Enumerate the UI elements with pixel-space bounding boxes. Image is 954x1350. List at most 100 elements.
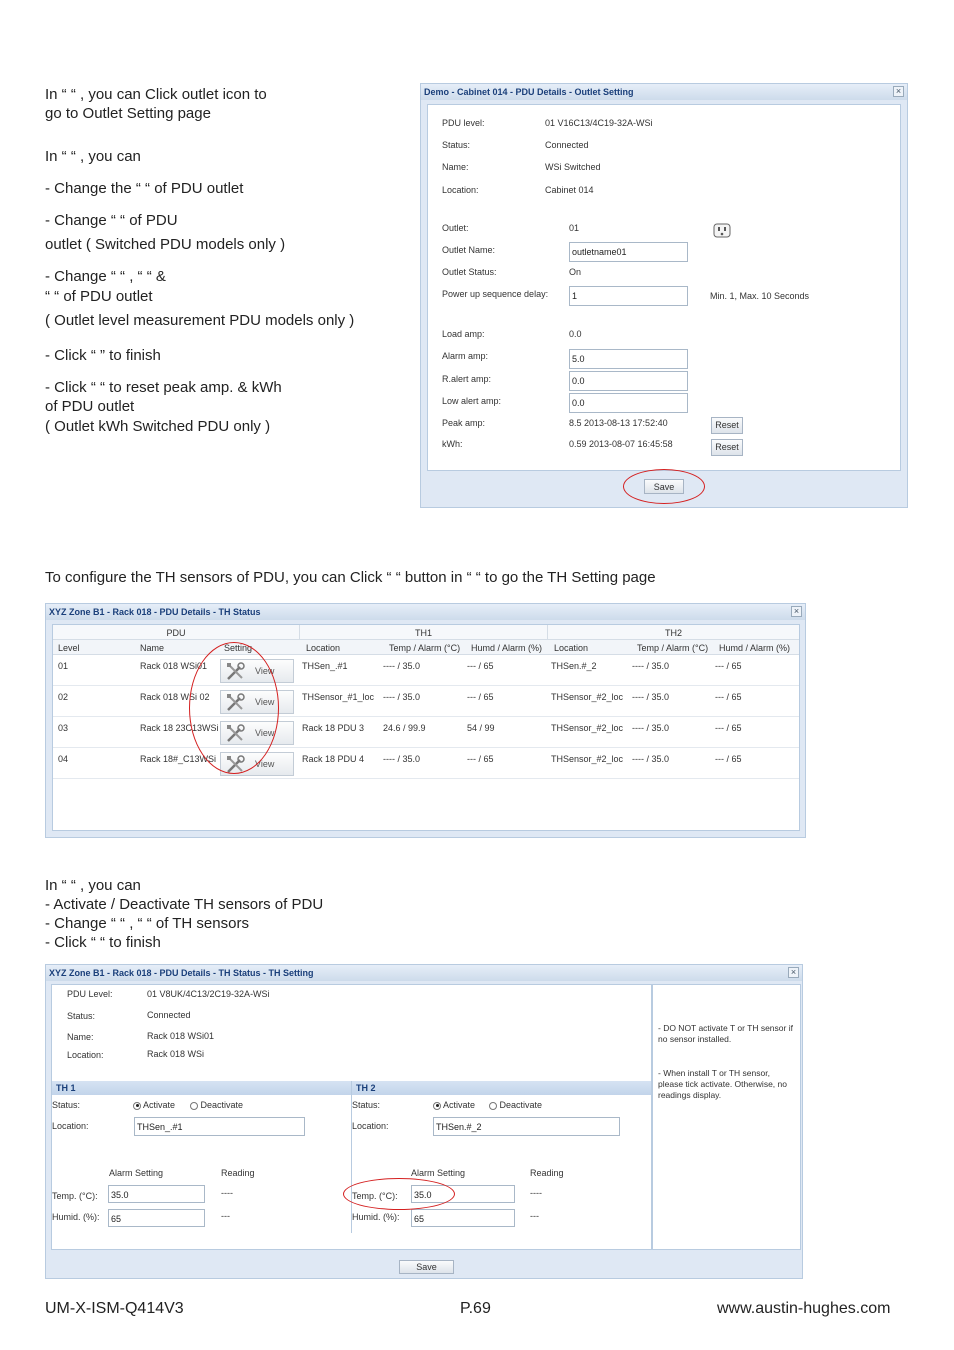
row-th2-temp: ---- / 35.0: [632, 692, 670, 702]
row-level: 04: [58, 754, 69, 764]
low-alert-input[interactable]: 0.0: [569, 393, 688, 413]
th2-deactivate-radio[interactable]: Deactivate: [489, 1100, 542, 1110]
th1-reading-label: Reading: [221, 1168, 255, 1178]
row-th1-humid: 54 / 99: [467, 723, 495, 733]
footer-page-number: P.69: [460, 1300, 491, 1317]
s3-line: - Activate / Deactivate TH sensors of PD…: [45, 896, 324, 913]
power-delay-input[interactable]: 1: [569, 286, 688, 306]
th1-status-label: Status:: [52, 1100, 81, 1110]
row-th1-temp: ---- / 35.0: [383, 754, 421, 764]
info-value: Connected: [147, 1010, 191, 1020]
th-status-window-title: XYZ Zone B1 - Rack 018 - PDU Details - T…: [46, 604, 805, 620]
info-label: Status:: [67, 1011, 96, 1021]
th1-temp-input[interactable]: 35.0: [108, 1185, 205, 1203]
info-value: 01 V16C13/4C19-32A-WSi: [545, 118, 653, 128]
outlet-status-label: Outlet Status:: [442, 267, 497, 277]
th-status-window: XYZ Zone B1 - Rack 018 - PDU Details - T…: [45, 603, 806, 838]
outlet-name-label: Outlet Name:: [442, 245, 496, 255]
s3-line: - Click “ “ to finish: [45, 934, 161, 951]
th-setting-notes-panel: - DO NOT activate T or TH sensor if no s…: [652, 984, 801, 1250]
th2-humid-input[interactable]: 65: [411, 1209, 515, 1227]
info-label: PDU level:: [442, 118, 485, 128]
row-th1-location: THSensor_#1_loc: [302, 692, 375, 702]
th2-activate-radio[interactable]: Activate: [433, 1100, 475, 1110]
th1-location-label: Location:: [52, 1121, 89, 1131]
th2-temp-reading: ----: [530, 1188, 542, 1198]
save-button[interactable]: Save: [399, 1260, 454, 1274]
peak-amp-value: 8.5 2013-08-13 17:52:40: [569, 418, 668, 428]
s3-line: In “ “ , you can: [45, 877, 141, 894]
info-value: 01 V8UK/4C13/2C19-32A-WSi: [147, 989, 270, 999]
s1-line: - Change “ “ of PDU: [45, 212, 178, 229]
info-label: Status:: [442, 140, 471, 150]
footer-doc-id: UM-X-ISM-Q414V3: [45, 1300, 184, 1317]
info-label: Location:: [67, 1050, 104, 1060]
th1-location-input[interactable]: THSen_.#1: [134, 1117, 305, 1136]
peak-amp-label: Peak amp:: [442, 418, 486, 428]
kwh-label: kWh:: [442, 439, 463, 449]
row-th2-location: THSensor_#2_loc: [551, 692, 624, 702]
s1-line: - Click “ “ to reset peak amp. & kWh: [45, 379, 282, 396]
row-th2-temp: ---- / 35.0: [632, 754, 670, 764]
col-level[interactable]: Level: [58, 643, 80, 653]
close-icon[interactable]: ×: [893, 86, 904, 97]
s1-line: “ “ of PDU outlet: [45, 288, 153, 305]
th1-deactivate-radio[interactable]: Deactivate: [190, 1100, 243, 1110]
th2-header: TH 2: [352, 1081, 651, 1095]
radio-checked-icon: [433, 1101, 441, 1110]
highlight-ellipse: [623, 469, 705, 504]
th1-alarm-setting-label: Alarm Setting: [109, 1168, 164, 1178]
close-icon[interactable]: ×: [788, 967, 799, 978]
low-alert-label: Low alert amp:: [442, 396, 502, 406]
info-value: Connected: [545, 140, 589, 150]
row-th2-humid: --- / 65: [715, 692, 742, 702]
row-th2-humid: --- / 65: [715, 661, 742, 671]
th1-temp-label: Temp. (°C):: [52, 1191, 98, 1201]
table-row: 02 Rack 018 WSi 02 View THSensor_#1_loc …: [53, 686, 799, 717]
reset-peak-button[interactable]: Reset: [711, 417, 743, 434]
ralert-amp-input[interactable]: 0.0: [569, 371, 688, 391]
s1-line: - Change the “ “ of PDU outlet: [45, 180, 244, 197]
note-no-sensor: - DO NOT activate T or TH sensor if no s…: [658, 1023, 793, 1044]
row-level: 02: [58, 692, 69, 702]
s1-line: ( Outlet level measurement PDU models on…: [45, 312, 355, 329]
col-name[interactable]: Name: [140, 643, 164, 653]
col-th1-location[interactable]: Location: [306, 643, 340, 653]
s1-line: outlet ( Switched PDU models only ): [45, 236, 286, 253]
th1-header: TH 1: [52, 1081, 351, 1095]
col-th2-temp[interactable]: Temp / Alarm (°C): [637, 643, 708, 653]
row-th1-location: THSen_.#1: [302, 661, 348, 671]
reset-kwh-button[interactable]: Reset: [711, 439, 743, 456]
th-status-grid: PDU TH1 TH2 Level Name Setting Location …: [52, 624, 800, 831]
col-th1-humid[interactable]: Humd / Alarm (%): [471, 643, 542, 653]
info-value: Rack 018 WSi01: [147, 1031, 215, 1041]
info-value: Cabinet 014: [545, 185, 594, 195]
th1-activate-radio[interactable]: Activate: [133, 1100, 175, 1110]
s2-line: To configure the TH sensors of PDU, you …: [45, 569, 656, 586]
outlet-icon[interactable]: [713, 223, 731, 238]
alarm-amp-label: Alarm amp:: [442, 351, 489, 361]
row-th2-humid: --- / 65: [715, 754, 742, 764]
col-th1-temp[interactable]: Temp / Alarm (°C): [389, 643, 460, 653]
outlet-name-input[interactable]: outletname01: [569, 242, 688, 262]
group-header-th1: TH1: [300, 625, 548, 640]
th-setting-window: XYZ Zone B1 - Rack 018 - PDU Details - T…: [45, 964, 803, 1279]
s1-line: In “ “ , you can Click outlet icon to: [45, 86, 267, 103]
col-th2-humid[interactable]: Humd / Alarm (%): [719, 643, 790, 653]
th1-humid-input[interactable]: 65: [108, 1209, 205, 1227]
s3-line: - Change “ “ , “ “ of TH sensors: [45, 915, 249, 932]
row-th2-temp: ---- / 35.0: [632, 661, 670, 671]
highlight-ellipse: [343, 1178, 455, 1210]
th1-humid-reading: ---: [221, 1211, 230, 1221]
s1-line: go to Outlet Setting page: [45, 105, 211, 122]
close-icon[interactable]: ×: [791, 606, 802, 617]
th2-status-label: Status:: [352, 1100, 381, 1110]
outlet-label: Outlet:: [442, 223, 469, 233]
load-amp-value: 0.0: [569, 329, 582, 339]
s1-line: - Change “ “ , “ “ &: [45, 268, 166, 285]
th2-location-input[interactable]: THSen.#_2: [433, 1117, 620, 1136]
col-th2-location[interactable]: Location: [554, 643, 588, 653]
alarm-amp-input[interactable]: 5.0: [569, 349, 688, 369]
row-th2-location: THSen.#_2: [551, 661, 597, 671]
footer-website[interactable]: www.austin-hughes.com: [717, 1300, 890, 1318]
